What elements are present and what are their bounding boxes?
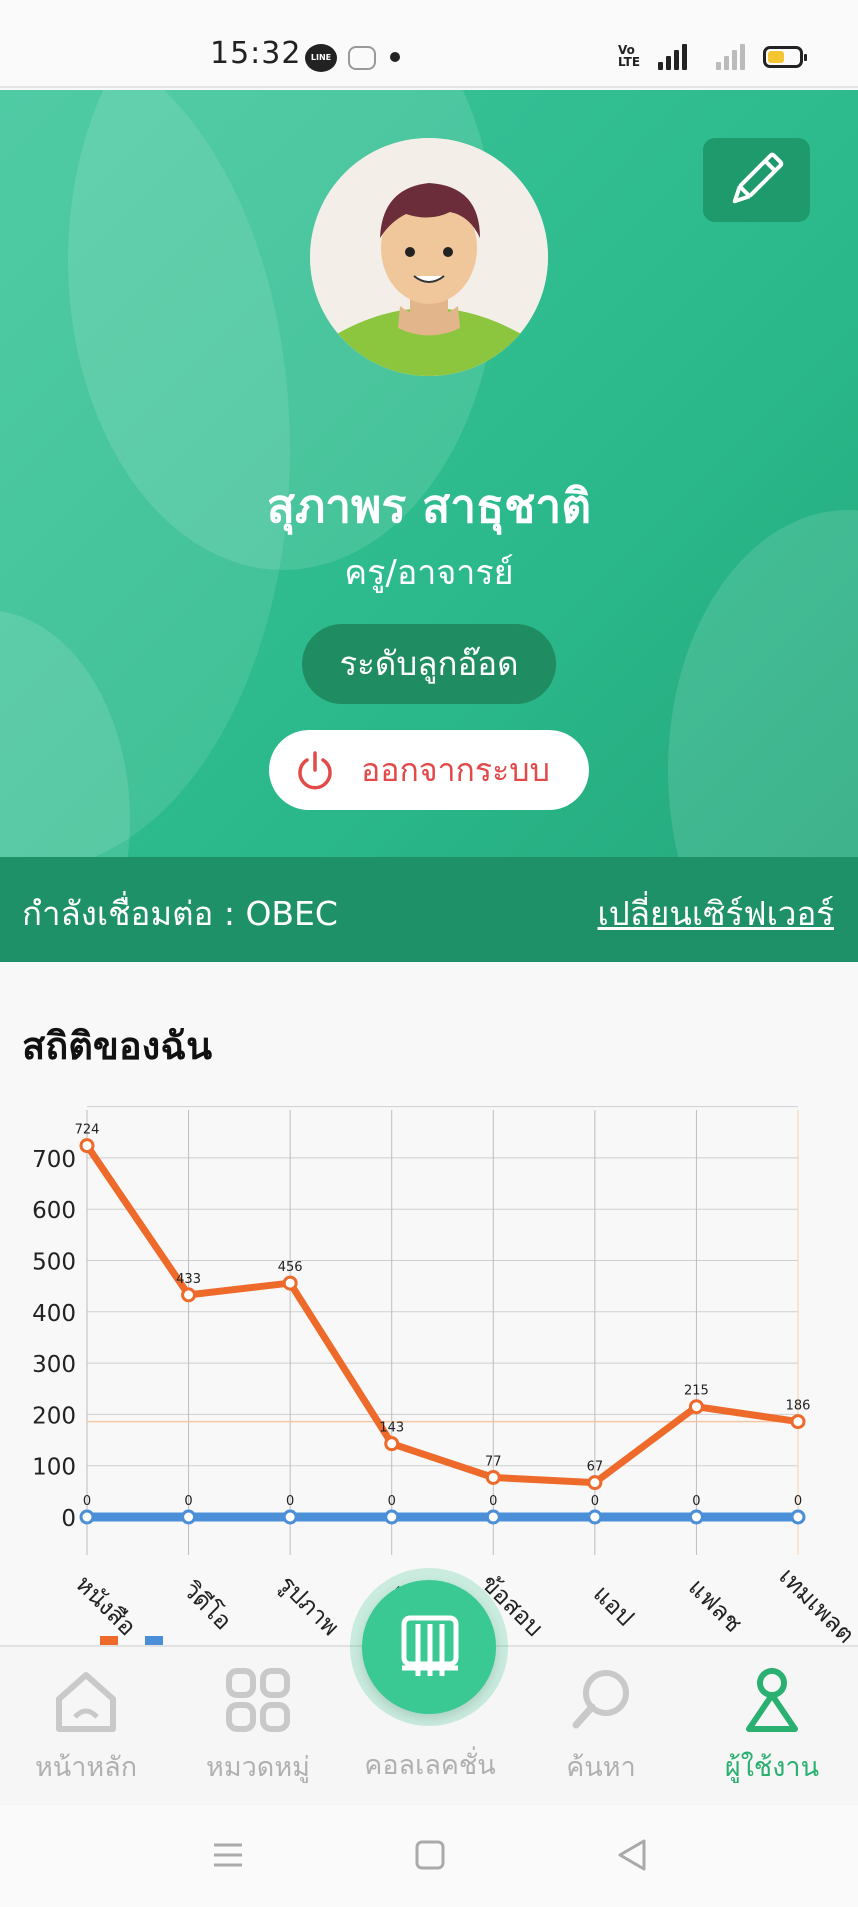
y-tick-label: 700	[32, 1147, 76, 1173]
data-point	[384, 1436, 400, 1452]
line-app-icon: LINE	[305, 44, 337, 72]
menu-icon[interactable]	[208, 1835, 248, 1875]
nav-category[interactable]: หมวดหมู่	[172, 1647, 344, 1807]
edit-profile-button[interactable]	[703, 138, 810, 222]
battery-icon	[763, 46, 807, 68]
data-label: 186	[786, 1399, 811, 1414]
nav-search[interactable]: ค้นหา	[515, 1647, 687, 1807]
data-point	[485, 1469, 501, 1485]
connection-status: กำลังเชื่อมต่อ : OBEC	[22, 894, 338, 933]
back-icon[interactable]	[612, 1835, 652, 1875]
x-tick-label: รูปภาพ	[273, 1570, 345, 1642]
nav-category-label: หมวดหมู่	[206, 1752, 310, 1783]
signal-4g-icon	[658, 42, 692, 70]
nav-home-label: หน้าหลัก	[34, 1752, 138, 1783]
data-point	[181, 1509, 197, 1525]
data-point	[282, 1509, 298, 1525]
signal-sim2-icon	[716, 42, 750, 70]
system-nav-bar	[0, 1805, 858, 1907]
data-label: 0	[591, 1494, 599, 1509]
nav-search-label: ค้นหา	[566, 1752, 636, 1783]
data-label: 724	[75, 1123, 100, 1138]
data-label: 0	[388, 1494, 396, 1509]
power-icon	[298, 751, 332, 790]
logout-label: ออกจากระบบ	[361, 751, 550, 789]
stats-title: สถิติของฉัน	[22, 1024, 213, 1068]
logout-button[interactable]: ออกจากระบบ	[269, 730, 589, 810]
x-tick-label: เทมเพลต	[774, 1562, 858, 1648]
nav-collection-button[interactable]	[362, 1580, 496, 1714]
profile-header: สุภาพร สาธุชาติ ครู/อาจารย์ ระดับลูกอ๊อด…	[0, 90, 858, 962]
data-label: 0	[692, 1494, 700, 1509]
user-role: ครู/อาจารย์	[344, 553, 514, 593]
data-label: 456	[278, 1260, 303, 1275]
x-tick-label: วิดีโอ	[177, 1575, 237, 1635]
status-bar: 15:32 LINE Vo LTE	[0, 0, 858, 88]
data-label: 0	[489, 1494, 497, 1509]
data-point	[790, 1509, 806, 1525]
y-tick-label: 200	[32, 1403, 76, 1429]
pencil-icon	[732, 152, 784, 204]
series-line-0	[83, 1142, 802, 1487]
nav-user-label: ผู้ใช้งาน	[724, 1752, 820, 1783]
nav-home[interactable]: หน้าหลัก	[0, 1647, 172, 1807]
data-point	[688, 1399, 704, 1415]
stats-chart: 0 100 200 300 400 500 600 700 724 433 456 143 77 67 21…	[0, 1090, 858, 1650]
y-tick-label: 100	[32, 1455, 76, 1481]
data-point	[384, 1509, 400, 1525]
home-icon	[56, 1672, 116, 1732]
y-tick-label: 500	[32, 1250, 76, 1276]
nav-collection-label: คอลเลคชั่น	[364, 1750, 496, 1781]
volte-icon: Vo LTE	[618, 43, 641, 69]
user-level-badge: ระดับลูกอ๊อด	[302, 624, 556, 704]
connection-bar: กำลังเชื่อมต่อ : OBEC เปลี่ยนเซิร์ฟเวอร์	[0, 857, 858, 962]
data-point	[79, 1138, 95, 1154]
y-tick-label: 600	[32, 1198, 76, 1224]
y-tick-label: 400	[32, 1301, 76, 1327]
data-point	[587, 1509, 603, 1525]
data-point	[485, 1509, 501, 1525]
nav-user[interactable]: ผู้ใช้งาน	[686, 1647, 858, 1807]
x-tick-label: แอป	[588, 1580, 640, 1632]
line-chart: 0 100 200 300 400 500 600 700 724 433 456 143 77 67 21…	[32, 1106, 858, 1649]
data-point	[587, 1475, 603, 1491]
data-label: 0	[794, 1494, 802, 1509]
switch-server-link[interactable]: เปลี่ยนเซิร์ฟเวอร์	[598, 887, 834, 940]
data-label: 67	[587, 1460, 604, 1475]
x-tick-label: แฟลช	[683, 1573, 748, 1638]
data-label: 143	[379, 1421, 404, 1436]
data-point	[282, 1275, 298, 1291]
search-icon	[572, 1670, 629, 1729]
data-point	[181, 1287, 197, 1303]
x-tick-label: หนังสือ	[70, 1570, 141, 1641]
collection-icon	[401, 1615, 459, 1676]
notification-dot-icon	[390, 52, 400, 62]
y-tick-label: 300	[32, 1352, 76, 1378]
user-icon	[746, 1668, 798, 1732]
game-icon	[348, 46, 376, 70]
data-label: 215	[684, 1384, 709, 1399]
data-label: 77	[485, 1454, 502, 1469]
home-square-icon[interactable]	[410, 1835, 450, 1875]
data-label: 0	[83, 1494, 91, 1509]
data-point	[790, 1414, 806, 1430]
status-time: 15:32	[210, 36, 302, 71]
data-label: 433	[176, 1272, 201, 1287]
user-name: สุภาพร สาธุชาติ	[266, 479, 592, 533]
y-tick-label: 0	[61, 1506, 76, 1532]
data-point	[79, 1509, 95, 1525]
data-label: 0	[184, 1494, 192, 1509]
avatar	[310, 138, 548, 376]
data-label: 0	[286, 1494, 294, 1509]
data-point	[688, 1509, 704, 1525]
category-icon	[226, 1668, 290, 1732]
